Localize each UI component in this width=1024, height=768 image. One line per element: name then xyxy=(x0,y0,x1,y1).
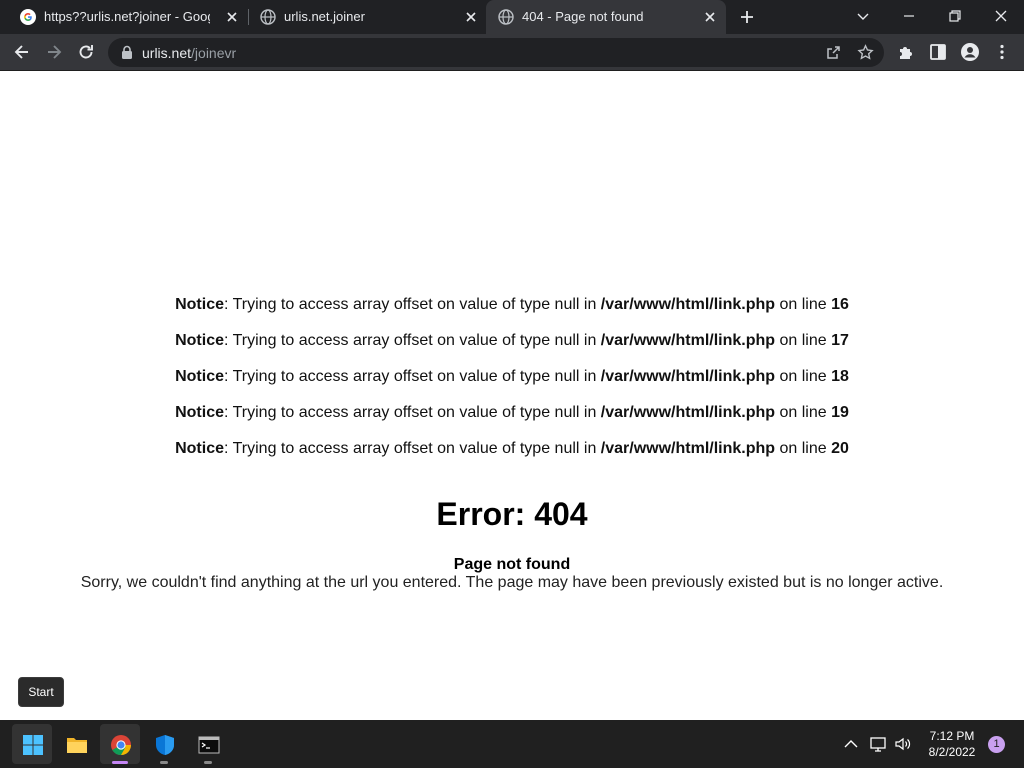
taskbar-chrome[interactable] xyxy=(100,724,140,764)
tab-search-chevron-icon[interactable] xyxy=(852,6,874,26)
tab-title: https??urlis.net?joiner - Google S xyxy=(44,9,210,24)
notice-text: : Trying to access array offset on value… xyxy=(224,332,601,349)
url-host: urlis.net xyxy=(142,45,192,61)
notice-text: : Trying to access array offset on value… xyxy=(224,296,601,313)
forward-arrow-icon[interactable] xyxy=(44,42,64,62)
taskbar-file-explorer[interactable] xyxy=(56,724,96,764)
notice-file: /var/www/html/link.php xyxy=(600,404,776,421)
minimize-icon[interactable] xyxy=(898,6,920,26)
browser-toolbar: urlis.net/joinevr xyxy=(0,34,1024,71)
notice-line-number: 16 xyxy=(831,296,849,313)
notice-file: /var/www/html/link.php xyxy=(600,440,776,457)
globe-icon xyxy=(498,9,514,25)
running-indicator xyxy=(204,761,212,764)
close-tab-icon[interactable] xyxy=(225,10,239,24)
notice-label: Notice xyxy=(175,332,224,349)
notice-line-number: 17 xyxy=(831,332,849,349)
notice-line: Notice: Trying to access array offset on… xyxy=(0,296,1024,332)
php-notices: Notice: Trying to access array offset on… xyxy=(0,296,1024,476)
chevron-up-icon[interactable] xyxy=(842,735,860,753)
notice-label: Notice xyxy=(175,404,224,421)
notification-badge[interactable]: 1 xyxy=(988,736,1005,753)
notice-line-number: 18 xyxy=(831,368,849,385)
notice-on-line: on line xyxy=(775,296,832,313)
side-panel-icon[interactable] xyxy=(928,42,948,62)
notice-line: Notice: Trying to access array offset on… xyxy=(0,440,1024,476)
back-arrow-icon[interactable] xyxy=(12,42,32,62)
windows-start-icon xyxy=(23,735,43,755)
notice-line-number: 20 xyxy=(831,440,849,457)
bookmark-star-icon[interactable] xyxy=(857,44,874,61)
notice-line: Notice: Trying to access array offset on… xyxy=(0,404,1024,440)
error-subtitle: Page not found xyxy=(453,556,571,573)
tab-title: urlis.net.joiner xyxy=(284,9,365,24)
start-tooltip: Start xyxy=(18,677,64,707)
windows-security-icon xyxy=(156,735,174,755)
notice-text: : Trying to access array offset on value… xyxy=(224,368,601,385)
running-indicator xyxy=(160,761,168,764)
file-explorer-icon xyxy=(67,738,87,753)
close-window-icon[interactable] xyxy=(990,6,1012,26)
url-text: urlis.net/joinevr xyxy=(142,45,236,61)
tab-urlis-joiner[interactable]: urlis.net.joiner xyxy=(248,0,488,34)
profile-avatar-icon[interactable] xyxy=(960,42,980,62)
notice-on-line: on line xyxy=(775,404,832,421)
close-tab-icon[interactable] xyxy=(703,10,717,24)
new-tab-icon[interactable] xyxy=(738,8,756,26)
notice-on-line: on line xyxy=(775,440,832,457)
notice-line: Notice: Trying to access array offset on… xyxy=(0,332,1024,368)
notice-on-line: on line xyxy=(775,368,832,385)
system-clock[interactable]: 7:12 PM 8/2/2022 xyxy=(918,728,986,760)
notice-text: : Trying to access array offset on value… xyxy=(224,440,601,457)
clock-time: 7:12 PM xyxy=(929,729,975,743)
speaker-icon[interactable] xyxy=(894,735,912,753)
terminal-icon xyxy=(198,736,220,754)
running-indicator xyxy=(112,761,128,764)
notice-label: Notice xyxy=(175,368,224,385)
notice-file: /var/www/html/link.php xyxy=(600,332,776,349)
notice-label: Notice xyxy=(175,296,224,313)
notice-text: : Trying to access array offset on value… xyxy=(224,404,601,421)
notice-file: /var/www/html/link.php xyxy=(600,296,776,313)
google-g-icon xyxy=(20,9,36,25)
tab-strip: https??urlis.net?joiner - Google S urlis… xyxy=(0,0,1024,34)
extensions-puzzle-icon[interactable] xyxy=(896,42,916,62)
globe-icon xyxy=(260,9,276,25)
notice-on-line: on line xyxy=(775,332,832,349)
start-button[interactable] xyxy=(12,724,52,764)
page-content: Notice: Trying to access array offset on… xyxy=(0,71,1024,720)
address-bar[interactable]: urlis.net/joinevr xyxy=(108,38,884,67)
taskbar: 7:12 PM 8/2/2022 xyxy=(0,720,1024,768)
notice-label: Notice xyxy=(175,440,224,457)
reload-icon[interactable] xyxy=(76,42,96,62)
notice-file: /var/www/html/link.php xyxy=(600,368,776,385)
lock-icon[interactable] xyxy=(120,45,134,60)
url-path: /joinevr xyxy=(191,45,237,61)
notice-line: Notice: Trying to access array offset on… xyxy=(0,368,1024,404)
restore-icon[interactable] xyxy=(944,6,966,26)
network-icon[interactable] xyxy=(869,735,887,753)
share-icon[interactable] xyxy=(825,44,842,61)
tab-404-page[interactable]: 404 - Page not found xyxy=(486,0,726,34)
error-message: Sorry, we couldn't find anything at the … xyxy=(80,574,944,591)
taskbar-terminal[interactable] xyxy=(188,724,228,764)
tab-google-search[interactable]: https??urlis.net?joiner - Google S xyxy=(8,0,248,34)
close-tab-icon[interactable] xyxy=(464,10,478,24)
notice-line-number: 19 xyxy=(831,404,849,421)
chrome-icon xyxy=(111,735,132,756)
more-menu-icon[interactable] xyxy=(992,42,1012,62)
taskbar-windows-security[interactable] xyxy=(144,724,184,764)
tab-title: 404 - Page not found xyxy=(522,9,644,24)
error-heading: Error: 404 xyxy=(436,496,588,532)
clock-date: 8/2/2022 xyxy=(928,745,976,759)
